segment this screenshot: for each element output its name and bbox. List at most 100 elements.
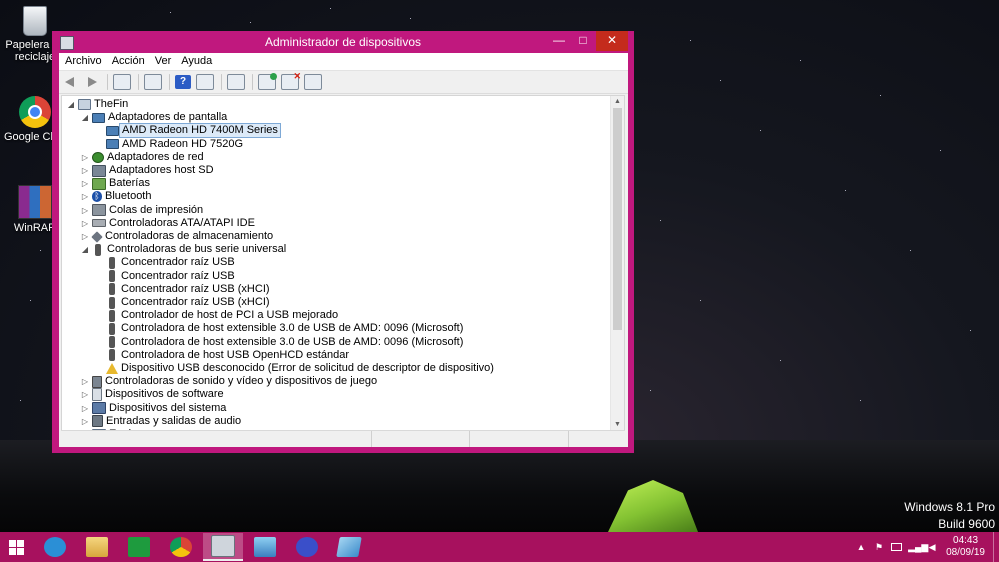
volume-icon[interactable]: ◀ <box>926 542 938 553</box>
tree-node[interactable]: ▷ Controladoras de sonido y vídeo y dispo… <box>80 375 377 388</box>
tree-expander-icon[interactable]: ▷ <box>80 388 90 401</box>
network-icon[interactable]: ▂▄▆ <box>908 542 928 553</box>
tray-overflow-chevron-icon[interactable]: ▲ <box>855 542 867 552</box>
clock-date: 08/09/19 <box>946 547 985 558</box>
vertical-scrollbar[interactable]: ▲ ▼ <box>610 96 624 431</box>
tree-node[interactable]: ▷ Dispositivos de software <box>80 388 224 402</box>
tree-node[interactable]: Concentrador raíz USB (xHCI) <box>94 283 270 296</box>
tree-node[interactable]: Controladora de host extensible 3.0 de U… <box>94 336 463 349</box>
tree-expander-icon[interactable]: ▷ <box>80 217 90 230</box>
details-icon[interactable] <box>196 74 214 90</box>
device-manager-icon <box>211 535 235 557</box>
menu-ver[interactable]: Ver <box>154 53 179 70</box>
usb-icon <box>109 296 115 309</box>
tree-expander-icon[interactable]: ▷ <box>80 230 90 243</box>
tree-node-label: Concentrador raíz USB <box>121 256 235 269</box>
tree-expander-icon[interactable]: ◢ <box>80 243 90 256</box>
tree-node[interactable]: ▷ Dispositivos del sistema <box>80 402 226 415</box>
toolbar-separator <box>138 74 139 90</box>
battery-icon[interactable] <box>891 543 903 551</box>
tree-node[interactable]: ▷ Controladoras de almacenamiento <box>80 230 273 243</box>
tree-node[interactable]: ▷ Baterías <box>80 177 150 190</box>
recycle-bin-icon <box>23 6 47 36</box>
tree-node[interactable]: Dispositivo USB desconocido (Error de so… <box>94 362 494 375</box>
photos-icon <box>254 537 276 557</box>
tree-expander-icon[interactable]: ▷ <box>80 204 90 217</box>
clock-time: 04:43 <box>953 535 979 546</box>
notes-icon <box>336 537 362 557</box>
scroll-up-icon[interactable]: ▲ <box>611 96 624 108</box>
taskbar-internet-explorer[interactable] <box>35 533 75 561</box>
taskbar-device-manager[interactable] <box>203 533 243 561</box>
tree-node-label: Bluetooth <box>105 190 152 203</box>
tree-node[interactable]: ▷ Adaptadores host SD <box>80 164 214 177</box>
tree-expander-icon[interactable]: ▷ <box>80 375 90 388</box>
tree-node[interactable]: ▷ Controladoras ATA/ATAPI IDE <box>80 217 255 230</box>
tree-node-label: Dispositivos del sistema <box>109 401 227 414</box>
show-desktop-button[interactable] <box>993 532 999 562</box>
tree-expander-icon[interactable]: ▷ <box>80 164 90 177</box>
taskbar-store[interactable] <box>119 533 159 561</box>
taskbar-file-explorer[interactable] <box>77 533 117 561</box>
taskbar-chrome[interactable] <box>161 533 201 561</box>
computer-icon <box>78 99 91 110</box>
display-icon[interactable] <box>227 74 245 90</box>
help-icon[interactable]: ? <box>175 75 191 89</box>
bluetooth-icon: ᛒ <box>92 191 102 203</box>
tree-expander-icon[interactable]: ▷ <box>80 177 90 190</box>
tree-node[interactable]: Controladora de host extensible 3.0 de U… <box>94 322 463 335</box>
maximize-button[interactable]: □ <box>570 31 596 51</box>
tree-node[interactable]: ▷ Entradas y salidas de audio <box>80 415 241 428</box>
tree-node[interactable]: ◢ TheFin <box>66 98 128 111</box>
tree-node[interactable]: Controladora de host USB OpenHCD estánda… <box>94 349 349 362</box>
scan-hardware-icon[interactable] <box>304 74 322 90</box>
view-icon[interactable] <box>144 74 162 90</box>
tree-node-label: Controladora de host USB OpenHCD estánda… <box>121 348 350 361</box>
close-button[interactable]: ✕ <box>596 31 628 51</box>
tree-node[interactable]: Concentrador raíz USB <box>94 256 235 269</box>
ide-icon <box>92 219 106 228</box>
tree-node[interactable]: ▷ Adaptadores de red <box>80 151 204 164</box>
menu-archivo[interactable]: Archivo <box>64 53 109 70</box>
tree-node[interactable]: AMD Radeon HD 7400M Series <box>94 123 281 139</box>
scroll-thumb[interactable] <box>613 108 622 330</box>
properties-grid-icon[interactable] <box>113 74 131 90</box>
forward-icon[interactable] <box>84 75 100 89</box>
tree-expander-icon[interactable]: ◢ <box>66 98 76 111</box>
uninstall-icon[interactable] <box>281 71 301 90</box>
tree-node[interactable]: ▷ ᛒ Bluetooth <box>80 190 151 203</box>
tree-node[interactable]: ◢ Adaptadores de pantalla <box>80 111 227 124</box>
tree-expander-icon[interactable]: ◢ <box>80 111 90 124</box>
update-driver-icon[interactable] <box>258 73 277 90</box>
tree-expander-icon[interactable]: ▷ <box>80 402 90 415</box>
tree-node[interactable]: Concentrador raíz USB (xHCI) <box>94 296 270 309</box>
tree-node[interactable]: ▷ Colas de impresión <box>80 204 203 217</box>
minimize-button[interactable]: — <box>546 31 572 51</box>
clock[interactable]: 04:43 08/09/19 <box>946 535 985 559</box>
tree-node-label: Adaptadores de red <box>107 150 204 163</box>
usb-icon <box>109 283 115 296</box>
taskbar <box>0 532 999 562</box>
menu-ayuda[interactable]: Ayuda <box>180 53 219 70</box>
taskbar-settings[interactable] <box>287 533 327 561</box>
toolbar-separator <box>252 74 253 90</box>
toolbar-separator <box>107 74 108 90</box>
tree-node[interactable]: ◢ Controladoras de bus serie universal <box>80 243 286 256</box>
title-bar[interactable]: Administrador de dispositivos — □ ✕ <box>52 31 634 53</box>
tree-node[interactable]: Concentrador raíz USB <box>94 270 235 283</box>
tree-expander-icon[interactable]: ▷ <box>80 151 90 164</box>
status-cell <box>470 431 569 447</box>
tree-expander-icon[interactable]: ▷ <box>80 190 90 203</box>
back-icon[interactable] <box>63 75 79 89</box>
start-button[interactable] <box>0 532 34 562</box>
usb-icon <box>95 243 101 256</box>
taskbar-notes[interactable] <box>329 533 369 561</box>
menu-accion[interactable]: Acción <box>111 53 152 70</box>
taskbar-photos[interactable] <box>245 533 285 561</box>
tree-node-label: Colas de impresión <box>109 203 204 216</box>
tree-node[interactable]: AMD Radeon HD 7520G <box>94 138 243 151</box>
tree-node[interactable]: Controlador de host de PCI a USB mejorad… <box>94 309 338 322</box>
tree-expander-icon[interactable]: ▷ <box>80 415 90 428</box>
action-center-flag-icon[interactable]: ⚑ <box>873 542 885 553</box>
winrar-icon <box>18 185 52 219</box>
